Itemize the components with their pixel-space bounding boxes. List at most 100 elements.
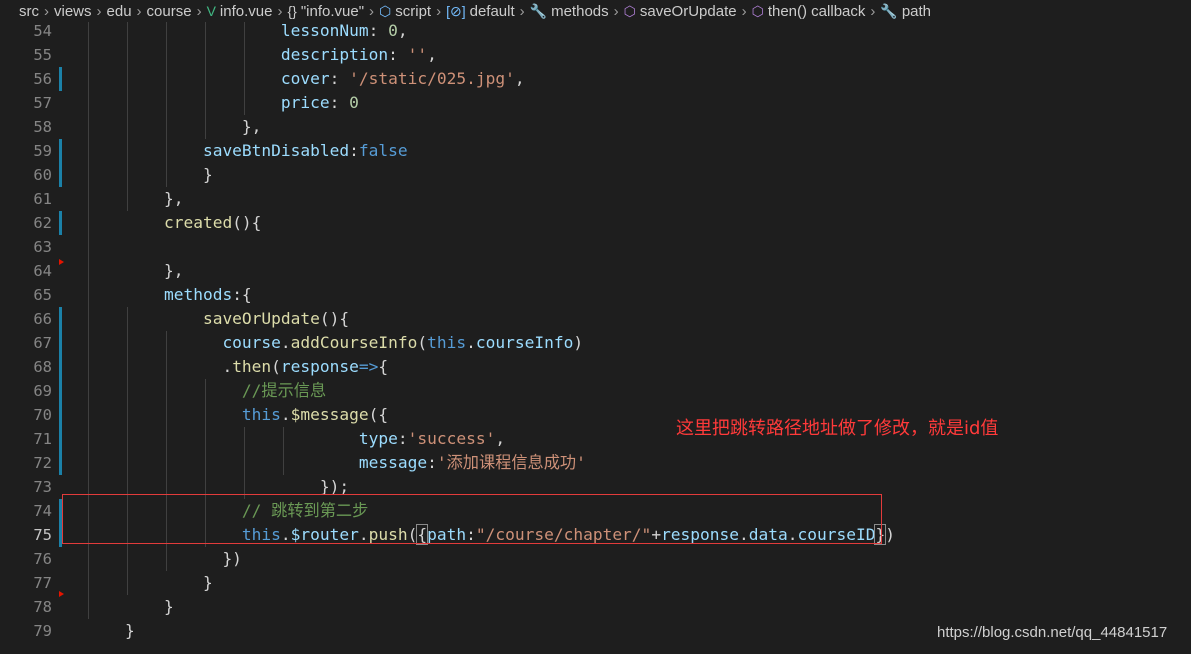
code-token: false [358,141,408,160]
breadcrumb-item[interactable]: [⊘] default [446,3,515,20]
code-line[interactable]: 72 message:'添加课程信息成功' [0,451,1191,475]
code-token: ( [407,525,418,544]
code-line[interactable]: 56 cover: '/static/025.jpg', [0,67,1191,91]
code-line[interactable]: 73 }); [0,475,1191,499]
code-text: }) [86,547,242,571]
code-line[interactable]: 61 }, [0,187,1191,211]
chevron-right-icon: › [136,2,142,20]
code-line[interactable]: 58 }, [0,115,1191,139]
code-line[interactable]: 59 saveBtnDisabled:false [0,139,1191,163]
code-line[interactable]: 66 saveOrUpdate(){ [0,307,1191,331]
object-braces-icon: {} [287,3,297,19]
code-line[interactable]: 62 created(){ [0,211,1191,235]
code-text: .then(response=>{ [86,355,388,379]
git-modified-marker[interactable] [59,451,62,475]
code-token: // 跳转到第二步 [86,501,369,520]
git-modified-marker[interactable] [59,499,62,523]
code-line[interactable]: 64 }, [0,259,1191,283]
git-deleted-marker[interactable] [59,259,64,265]
code-line[interactable]: 70 this.$message({ [0,403,1191,427]
code-line[interactable]: 60 } [0,163,1191,187]
git-modified-marker[interactable] [59,355,62,379]
breadcrumb-label: script [395,2,432,20]
git-modified-marker[interactable] [59,379,62,403]
breadcrumb-item[interactable]: 🔧 path [880,3,931,20]
code-text: }, [86,115,262,139]
code-token: (){ [232,213,262,232]
code-token: + [651,525,662,544]
git-modified-marker[interactable] [59,307,62,331]
breadcrumb-item[interactable]: ⬡ then() callback [752,3,866,20]
code-line[interactable]: 67 course.addCourseInfo(this.courseInfo) [0,331,1191,355]
code-token: } [86,573,213,592]
code-token: data [748,525,788,544]
git-modified-marker[interactable] [59,139,62,163]
breadcrumb-item[interactable]: views [54,3,92,20]
code-token: }); [86,477,350,496]
code-line[interactable]: 63 [0,235,1191,259]
code-text: }, [86,259,184,283]
git-modified-marker[interactable] [59,403,62,427]
code-token: courseInfo [475,333,574,352]
line-number: 69 [33,382,52,400]
chevron-right-icon: › [436,2,442,20]
code-line[interactable]: 76 }) [0,547,1191,571]
code-line[interactable]: 68 .then(response=>{ [0,355,1191,379]
code-line[interactable]: 65 methods:{ [0,283,1191,307]
chevron-right-icon: › [44,2,49,20]
code-token: : [397,429,408,448]
code-text: course.addCourseInfo(this.courseInfo) [86,331,583,355]
code-token: . [358,525,369,544]
breadcrumb-item[interactable]: src [19,3,39,20]
code-line[interactable]: 78 } [0,595,1191,619]
breadcrumb-item[interactable]: Vinfo.vue [207,3,273,20]
breadcrumb-label: edu [106,2,132,20]
code-token: } [86,621,135,640]
code-token: lessonNum [86,22,369,40]
git-modified-marker[interactable] [59,67,62,91]
git-modified-marker[interactable] [59,163,62,187]
code-line[interactable]: 77 } [0,571,1191,597]
breadcrumb-label: src [19,2,39,20]
chevron-right-icon: › [613,2,619,20]
code-text: } [86,571,213,595]
breadcrumb-label: methods [551,2,609,20]
code-line[interactable]: 55 description: '', [0,43,1191,67]
code-text: cover: '/static/025.jpg', [86,67,525,91]
git-modified-marker[interactable] [59,427,62,451]
code-line[interactable]: 74 // 跳转到第二步 [0,499,1191,523]
line-number: 59 [33,142,52,160]
breadcrumb-item[interactable]: ⬡ saveOrUpdate [624,3,737,20]
breadcrumb-item[interactable]: ⬡ script [379,3,431,20]
code-token: . [280,333,291,352]
code-token: : [427,453,437,472]
code-line[interactable]: 71 type:'success', [0,427,1191,451]
code-line[interactable]: 75 this.$router.push({path:"/course/chap… [0,523,1191,547]
code-line[interactable]: 57 price: 0 [0,91,1191,115]
annotation-text: 这里把跳转路径地址做了修改，就是id值 [676,418,999,439]
line-number: 70 [33,406,52,424]
indent-guide [88,235,89,259]
code-editor[interactable]: 54 lessonNum: 0, 55 description: '', 56 co… [0,22,1191,654]
code-token: . [739,525,749,544]
git-modified-marker[interactable] [59,331,62,355]
code-token: this [86,405,281,424]
code-token: type [86,429,398,448]
line-number: 56 [33,70,52,88]
code-token: saveOrUpdate [86,309,320,328]
code-line[interactable]: 69 //提示信息 [0,379,1191,403]
breadcrumb-item[interactable]: 🔧 methods [530,3,609,20]
breadcrumb-item[interactable]: edu [107,3,132,20]
code-text: saveBtnDisabled:false [86,139,408,163]
git-modified-marker[interactable] [59,523,62,547]
code-line[interactable]: 54 lessonNum: 0, [0,22,1191,43]
code-token: : [329,69,350,88]
git-modified-marker[interactable] [59,211,62,235]
breadcrumb-item[interactable]: course [147,3,192,20]
vue-file-icon: V [206,3,216,19]
breadcrumb-label: views [54,2,92,20]
code-text: type:'success', [86,427,505,451]
breadcrumb-item[interactable]: {} "info.vue" [287,3,364,20]
chevron-right-icon: › [870,2,876,20]
code-token: . [280,405,291,424]
